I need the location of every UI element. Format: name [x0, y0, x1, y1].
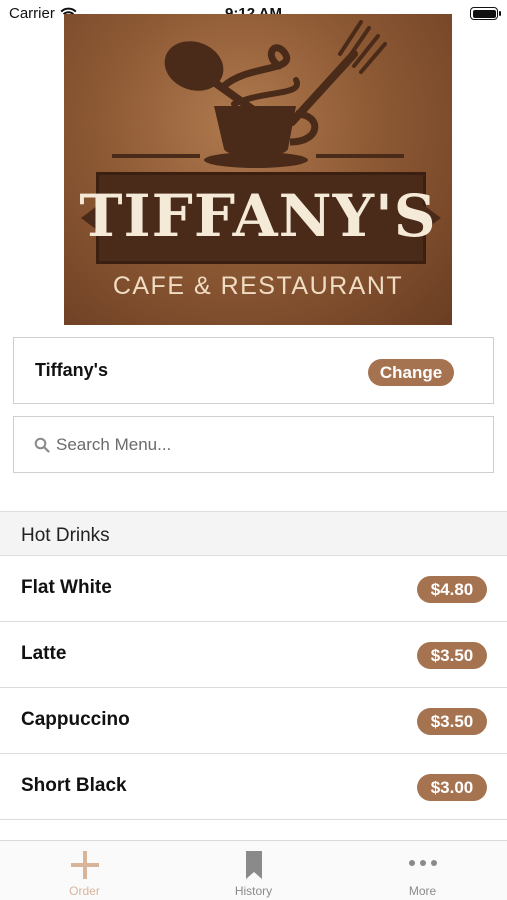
menu-section-header: Hot Drinks — [0, 511, 507, 556]
tab-label: More — [408, 884, 437, 898]
change-restaurant-button[interactable]: Change — [368, 359, 454, 386]
tab-more[interactable]: More — [338, 841, 507, 900]
logo-subtitle-text: CAFE & RESTAURANT — [112, 272, 404, 300]
tab-label: Order — [69, 884, 100, 898]
menu-item-cappuccino[interactable]: Cappuccino $3.50 — [0, 688, 507, 754]
price-badge: $3.50 — [417, 708, 487, 735]
menu-item-name: Cappuccino — [21, 709, 130, 730]
logo-brand-text: TIFFANY'S — [79, 182, 437, 250]
battery-icon — [470, 7, 501, 20]
menu-item-name: Latte — [21, 643, 67, 664]
ellipsis-icon — [408, 860, 437, 866]
search-icon — [34, 437, 50, 453]
search-bar[interactable] — [13, 416, 494, 473]
menu-item-flat-white[interactable]: Flat White $4.80 — [0, 556, 507, 622]
menu-item-name: Flat White — [21, 577, 112, 598]
price-badge: $3.50 — [417, 642, 487, 669]
search-input[interactable] — [56, 431, 476, 459]
bookmark-icon — [245, 851, 262, 879]
section-title: Hot Drinks — [21, 525, 110, 546]
price-badge: $3.00 — [417, 774, 487, 801]
tab-order[interactable]: Order — [0, 841, 169, 900]
menu-item-latte[interactable]: Latte $3.50 — [0, 622, 507, 688]
cup-cutlery-icon — [112, 20, 404, 168]
restaurant-name: Tiffany's — [35, 360, 108, 380]
menu-list: Flat White $4.80 Latte $3.50 Cappuccino … — [0, 556, 507, 820]
tab-history[interactable]: History — [169, 841, 338, 900]
price-badge: $4.80 — [417, 576, 487, 603]
tab-bar: Order History More — [0, 840, 507, 900]
menu-item-short-black[interactable]: Short Black $3.00 — [0, 754, 507, 820]
plus-icon — [70, 851, 99, 879]
restaurant-logo: TIFFANY'S CAFE & RESTAURANT — [64, 14, 452, 325]
selected-restaurant-card: Tiffany's Change — [13, 337, 494, 404]
menu-item-name: Short Black — [21, 775, 127, 796]
tab-label: History — [234, 884, 273, 898]
